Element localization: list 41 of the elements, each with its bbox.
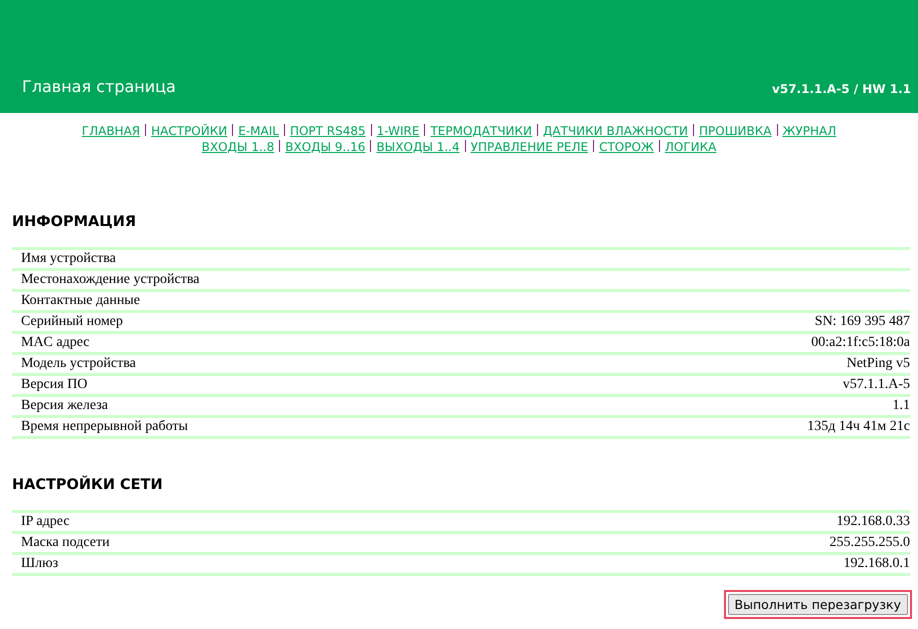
section-heading: ИНФОРМАЦИЯ [12,213,138,232]
nav-link[interactable]: ВХОДЫ 9..16 [285,140,366,154]
nav-link[interactable]: ЛОГИКА [664,140,716,154]
field-label: Версия железа [12,396,592,416]
field-label: Серийный номер [12,312,592,332]
field-label: Время непрерывной работы [12,416,592,438]
field-value: 192.168.0.33 [504,512,910,532]
nav-link[interactable]: E-MAIL [238,124,279,138]
field-label: Контактные данные [12,290,592,312]
page-title: Главная страница [22,77,176,96]
nav-link[interactable]: ВЫХОДЫ 1..4 [376,140,460,154]
nav-link[interactable]: ТЕРМОДАТЧИКИ [430,124,532,138]
section-heading: НАСТРОЙКИ СЕТИ [12,475,164,495]
nav-link[interactable]: ПРОШИВКА [699,124,772,138]
nav-link[interactable]: ПОРТ RS485 [290,124,366,138]
reboot-button[interactable]: Выполнить перезагрузку [728,594,908,615]
field-value: 135д 14ч 41м 21с [592,416,910,438]
nav-link[interactable]: НАСТРОЙКИ [151,124,228,138]
field-value: NetPing v5 [592,354,910,374]
field-label: Имя устройства [12,248,592,270]
nav-link[interactable]: ДАТЧИКИ ВЛАЖНОСТИ [543,124,688,138]
nav-link[interactable]: 1-WIRE [376,124,420,138]
version-label: v57.1.1.A-5 / HW 1.1 [772,82,911,96]
field-label: Маска подсети [12,532,504,554]
field-value: 00:a2:1f:c5:18:0a [592,332,910,354]
field-label: IP адрес [12,512,504,532]
field-label: Модель устройства [12,354,592,374]
nav-link[interactable]: СТОРОЖ [599,140,654,154]
field-value: 255.255.255.0 [504,532,910,554]
field-label: Шлюз [12,554,504,574]
field-value: 1.1 [592,396,910,416]
nav-link[interactable]: ВХОДЫ 1..8 [202,140,274,154]
field-value: SN: 169 395 487 [592,312,910,332]
field-value: v57.1.1.A-5 [592,374,910,396]
nav-link[interactable]: ГЛАВНАЯ [82,124,140,138]
nav-link[interactable]: ЖУРНАЛ [782,124,836,138]
field-label: Версия ПО [12,374,592,396]
nav-link[interactable]: УПРАВЛЕНИЕ РЕЛЕ [470,140,588,154]
field-label: MAC адрес [12,332,592,354]
field-label: Местонахождение устройства [12,270,592,290]
field-value: 192.168.0.1 [504,554,910,574]
